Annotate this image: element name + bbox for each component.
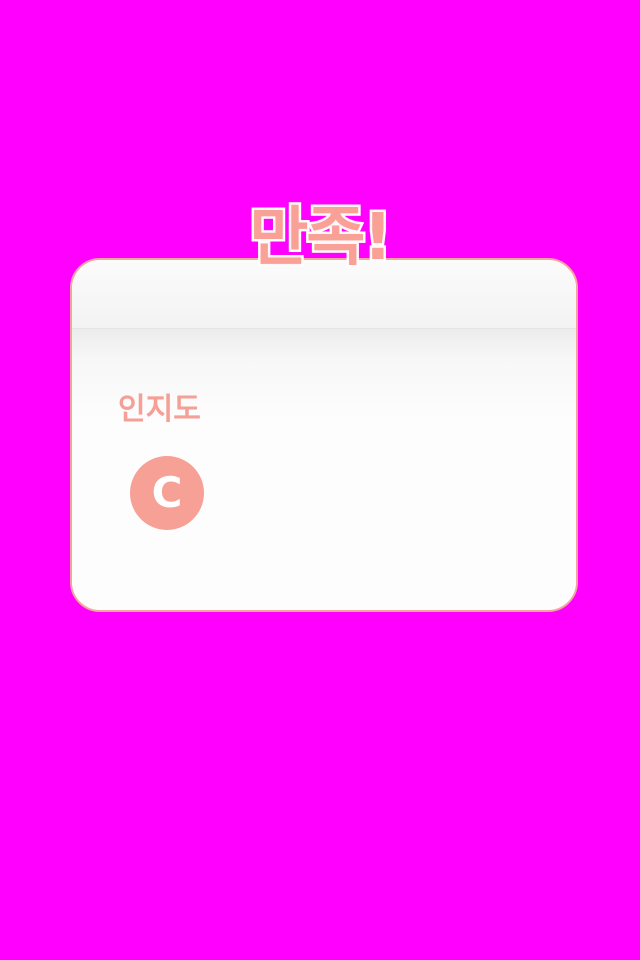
result-panel	[70, 258, 578, 612]
result-title: 만족!	[247, 199, 395, 278]
stat-label-awareness: 인지도	[118, 392, 201, 427]
grade-badge: C	[130, 456, 204, 530]
